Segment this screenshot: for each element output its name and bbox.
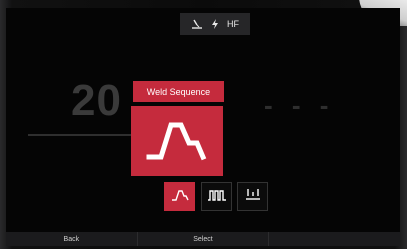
sequence-option-pulse[interactable] xyxy=(201,182,232,211)
device-screen: HF 20 - - - Weld Sequence Back Select xyxy=(6,8,400,246)
selected-sequence-tile[interactable] xyxy=(131,106,223,176)
third-softkey[interactable] xyxy=(269,232,400,246)
background-secondary-readout: - - - xyxy=(264,90,335,120)
softkey-bar: Back Select xyxy=(6,232,400,246)
stick-electrode-icon xyxy=(191,18,203,30)
lightning-icon xyxy=(209,18,221,30)
ignition-mode-label: HF xyxy=(227,19,239,29)
trapezoid-sequence-icon xyxy=(145,117,209,166)
pulse-sequence-icon xyxy=(207,188,227,206)
device-frame: HF 20 - - - Weld Sequence Back Select xyxy=(0,0,407,249)
back-softkey[interactable]: Back xyxy=(6,232,138,246)
select-softkey[interactable]: Select xyxy=(138,232,270,246)
sequence-option-spot[interactable] xyxy=(237,182,268,211)
popup-title: Weld Sequence xyxy=(133,81,224,102)
background-current-readout: 20 xyxy=(71,76,122,125)
trapezoid-sequence-icon xyxy=(171,188,189,206)
spot-sequence-icon xyxy=(244,187,262,206)
sequence-option-trapezoid[interactable] xyxy=(164,182,195,211)
status-bar: HF xyxy=(180,13,250,35)
